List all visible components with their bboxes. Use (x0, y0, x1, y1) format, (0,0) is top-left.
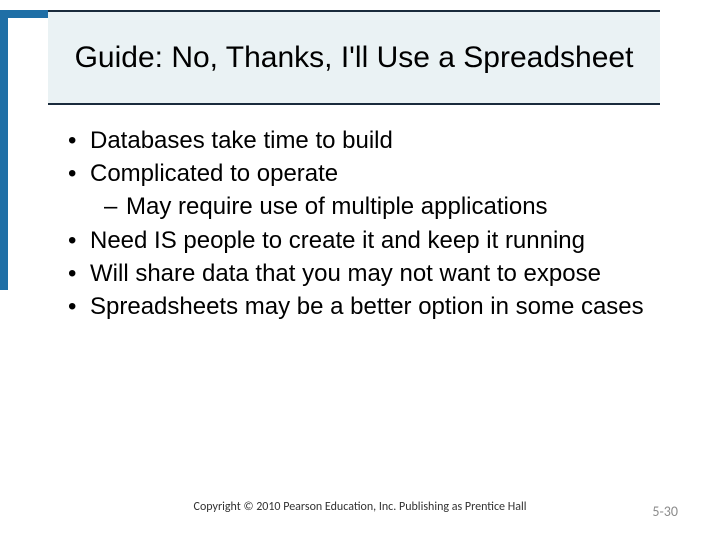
sub-bullet-item: May require use of multiple applications (60, 191, 680, 222)
accent-left-bar (0, 10, 8, 290)
content-area: Databases take time to build Complicated… (60, 125, 680, 324)
bullet-item: Databases take time to build (60, 125, 680, 156)
title-box: Guide: No, Thanks, I'll Use a Spreadshee… (48, 10, 660, 105)
slide: Guide: No, Thanks, I'll Use a Spreadshee… (0, 0, 720, 540)
bullet-item: Need IS people to create it and keep it … (60, 225, 680, 256)
bullet-item: Spreadsheets may be a better option in s… (60, 291, 680, 322)
slide-title: Guide: No, Thanks, I'll Use a Spreadshee… (75, 39, 634, 77)
bullet-item: Will share data that you may not want to… (60, 258, 680, 289)
page-number: 5-30 (652, 503, 678, 520)
bullet-item: Complicated to operate (60, 158, 680, 189)
copyright-text: Copyright © 2010 Pearson Education, Inc.… (0, 500, 720, 514)
footer: Copyright © 2010 Pearson Education, Inc.… (0, 500, 720, 520)
